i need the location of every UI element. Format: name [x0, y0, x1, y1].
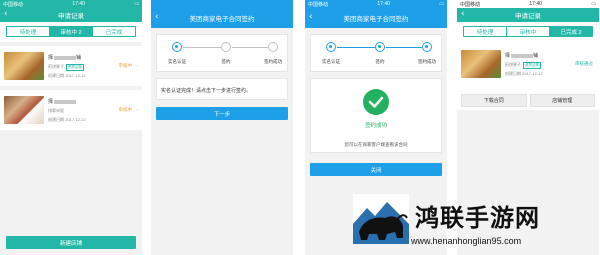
- step-indicator: 实名认证 签约 签约成功: [310, 34, 442, 72]
- tab-completed[interactable]: 已完成 2: [550, 27, 592, 36]
- back-icon[interactable]: ‹: [155, 13, 159, 22]
- store-thumbnail: [461, 50, 501, 78]
- tab-reviewing[interactable]: 审核中 2: [50, 27, 93, 36]
- review-status: 审核中: [118, 63, 133, 68]
- battery-icon: ▭: [134, 1, 139, 7]
- review-status: 审核通过: [575, 61, 593, 66]
- step-dot-active: [375, 42, 385, 52]
- success-title: 签约成功: [364, 123, 387, 129]
- success-subtitle: 您可以在商家客户端查看该合同: [344, 142, 408, 147]
- step-dot: [268, 42, 278, 52]
- back-icon[interactable]: ‹: [461, 10, 465, 19]
- step-dot-active: [422, 42, 432, 52]
- page-title: 申请记录: [515, 13, 541, 20]
- status-bar: [151, 0, 293, 8]
- created-date: 创建日期 2017-12-12: [48, 117, 86, 122]
- bison-logo-icon: [353, 194, 409, 244]
- watermark-url: www.henanhonglian95.com: [411, 236, 522, 246]
- list-item[interactable]: 择 铺 煎饼果子 资质证照 创建日期 2017-12-12 审核中 ›: [0, 46, 142, 86]
- step-label: 签约: [221, 59, 231, 64]
- carrier-label: 中国移动: [308, 1, 329, 8]
- close-button[interactable]: 关闭: [310, 163, 442, 176]
- store-thumbnail: [4, 96, 44, 124]
- step-dot-active: [326, 42, 336, 52]
- store-category: 排骨米饭: [48, 108, 64, 113]
- step-indicator: 实名认证 签约 签约成功: [156, 34, 288, 72]
- time-label: 17:40: [529, 1, 542, 7]
- nav-bar: ‹ 美团商家电子合同签约: [151, 8, 293, 28]
- list-item[interactable]: 择 铺 煎饼果子 资质证照 创建日期 2017-12-12 审核通过: [457, 46, 599, 90]
- store-category: 煎饼果子: [48, 64, 64, 69]
- new-store-button[interactable]: 新建店铺: [6, 236, 136, 249]
- step-dot-active: [172, 42, 182, 52]
- tab-reviewing[interactable]: 审核中: [507, 27, 550, 36]
- status-bar: 中国移动 17:40 ▭: [457, 0, 599, 8]
- store-category: 煎饼果子: [505, 62, 521, 67]
- nav-bar: ‹ 申请记录: [0, 8, 142, 22]
- screen-contract-sign: ‹ 美团商家电子合同签约 实名认证 签约 签约成功 实名认证完成！请点击下一步进…: [151, 0, 293, 255]
- back-icon[interactable]: ‹: [309, 13, 313, 22]
- step-line: [337, 47, 375, 48]
- store-name: 择: [48, 99, 54, 105]
- download-contract-button[interactable]: 下载合同: [461, 94, 527, 107]
- page-title: 美团商家电子合同签约: [343, 16, 409, 23]
- battery-icon: ▭: [591, 1, 596, 7]
- tab-completed[interactable]: 已完成: [93, 27, 135, 36]
- carrier-label: 中国移动: [460, 1, 481, 8]
- time-label: 17:40: [72, 1, 85, 7]
- watermark-title: 鸿联手游网: [415, 204, 540, 232]
- status-bar: 中国移动 17:40 ▭: [305, 0, 447, 8]
- created-date: 创建日期 2017-12-12: [48, 73, 86, 78]
- page-title: 美团商家电子合同签约: [189, 16, 255, 23]
- tab-bar: 待处理 审核中 已完成 2: [463, 26, 593, 37]
- chevron-right-icon: ›: [136, 63, 138, 68]
- step-label: 实名认证: [168, 59, 186, 64]
- step-dot: [221, 42, 231, 52]
- store-suffix: 铺: [76, 55, 82, 61]
- tab-pending[interactable]: 待处理: [7, 27, 50, 36]
- screen-apply-records-reviewing: 中国移动 17:40 ▭ ‹ 申请记录 待处理 审核中 2 已完成 择 铺 煎饼果…: [0, 0, 142, 255]
- tab-bar: 待处理 审核中 2 已完成: [6, 26, 136, 37]
- store-suffix: 铺: [533, 53, 539, 59]
- next-step-button[interactable]: 下一步: [156, 107, 288, 120]
- chevron-right-icon: ›: [136, 107, 138, 112]
- status-message: 实名认证完成！请点击下一步进行签约。: [156, 78, 288, 100]
- time-label: 17:40: [377, 1, 390, 7]
- review-status: 审核中: [118, 107, 133, 112]
- carrier-label: 中国移动: [3, 1, 24, 8]
- back-icon[interactable]: ‹: [4, 10, 8, 19]
- battery-icon: ▭: [439, 1, 444, 7]
- nav-bar: ‹ 美团商家电子合同签约: [305, 8, 447, 28]
- status-badge: 资质证照: [523, 62, 541, 69]
- store-name: 择: [505, 53, 511, 59]
- store-name: 择: [48, 55, 54, 61]
- step-line: [183, 47, 221, 48]
- store-management-button[interactable]: 店铺管理: [529, 94, 595, 107]
- success-panel: 签约成功 您可以在商家客户端查看该合同: [310, 78, 442, 153]
- status-badge: 资质证照: [66, 64, 84, 71]
- page-title: 申请记录: [58, 13, 84, 20]
- step-label: 签约成功: [418, 59, 436, 64]
- step-line: [386, 47, 422, 48]
- step-line: [232, 47, 268, 48]
- step-label: 签约成功: [264, 59, 282, 64]
- store-thumbnail: [4, 52, 44, 80]
- site-watermark: 鸿联手游网 www.henanhonglian95.com: [353, 186, 600, 255]
- check-circle-icon: [363, 89, 389, 115]
- step-label: 签约: [375, 59, 385, 64]
- nav-bar: ‹ 申请记录: [457, 8, 599, 22]
- action-row: 下载合同 店铺管理: [461, 94, 595, 107]
- list-item[interactable]: 择 排骨米饭 创建日期 2017-12-12 审核中 ›: [0, 90, 142, 130]
- step-label: 实名认证: [322, 59, 340, 64]
- created-date: 创建日期 2017-12-12: [505, 71, 543, 76]
- tab-pending[interactable]: 待处理: [464, 27, 507, 36]
- status-bar: 中国移动 17:40 ▭: [0, 0, 142, 8]
